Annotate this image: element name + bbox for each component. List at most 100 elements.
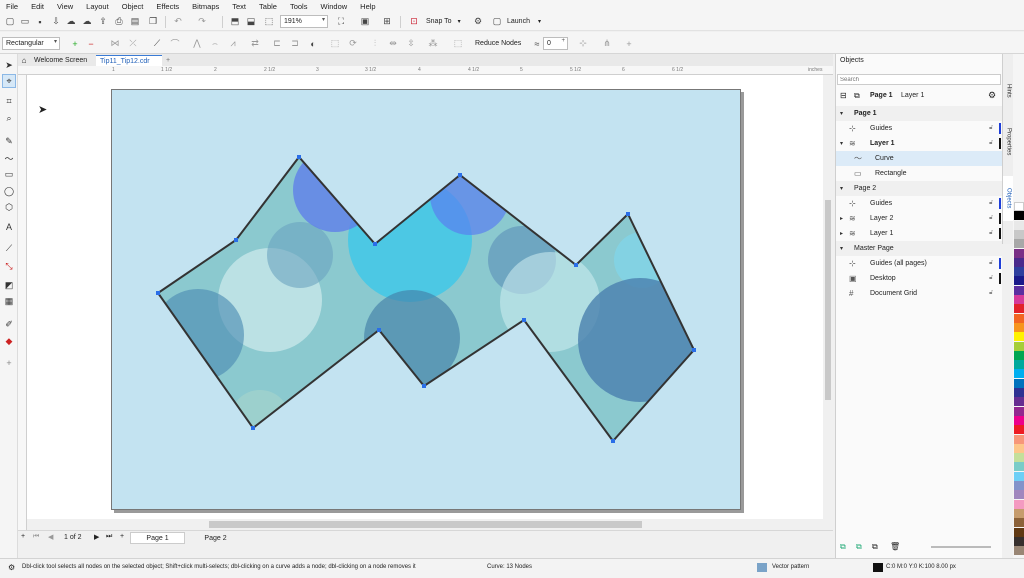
- palette-swatch[interactable]: [1014, 388, 1024, 397]
- palette-swatch[interactable]: [1014, 360, 1024, 370]
- objects-tree-row[interactable]: # Document Grid 🔓︎: [836, 286, 1003, 301]
- palette-swatch[interactable]: [1014, 202, 1024, 211]
- reduce-nodes-button[interactable]: Reduce Nodes: [475, 37, 521, 50]
- objects-tree-row[interactable]: ▾ Page 1: [836, 106, 1003, 121]
- page-tab-1[interactable]: Page 1: [130, 532, 185, 544]
- expand-arrow-icon[interactable]: ▸: [840, 215, 843, 222]
- shape-tool-icon[interactable]: ⌖: [2, 74, 16, 88]
- objects-tree-row[interactable]: ⊹ Guides (all pages) 🔓︎: [836, 256, 1003, 271]
- cloud-icon[interactable]: ☁: [80, 15, 94, 28]
- palette-swatch[interactable]: [1014, 332, 1024, 342]
- palette-swatch[interactable]: [1014, 295, 1024, 304]
- objects-options-gear-icon[interactable]: ⚙: [988, 90, 996, 101]
- palette-swatch[interactable]: [1014, 248, 1024, 258]
- application-launcher-icon[interactable]: ⬚: [262, 15, 276, 28]
- reflect-vertical-icon[interactable]: ⇳: [404, 37, 418, 50]
- import-icon[interactable]: ⇩: [49, 15, 63, 28]
- print-icon[interactable]: ⎙: [112, 15, 126, 28]
- objects-tree-row[interactable]: ▸ ≋ Layer 1 🔓︎: [836, 226, 1003, 241]
- options-gear-icon[interactable]: ⚙: [471, 15, 485, 28]
- palette-swatch[interactable]: [1014, 406, 1024, 416]
- cusp-node-icon[interactable]: ⋀: [190, 37, 204, 50]
- add-tool-icon[interactable]: +: [2, 356, 16, 370]
- launch-dropdown[interactable]: Launch ▾: [507, 15, 541, 28]
- layers-icon[interactable]: ⧉: [854, 91, 860, 101]
- show-rulers-icon[interactable]: ⊞: [380, 15, 394, 28]
- first-page-icon[interactable]: ⏮: [33, 533, 39, 541]
- palette-swatch[interactable]: [1014, 508, 1024, 518]
- drawing-page[interactable]: [111, 89, 741, 510]
- palette-swatch[interactable]: [1014, 490, 1024, 500]
- palette-swatch[interactable]: [1014, 369, 1024, 379]
- palette-swatch[interactable]: [1014, 425, 1024, 435]
- palette-swatch[interactable]: [1014, 462, 1024, 472]
- undo-icon[interactable]: ↶: [171, 15, 185, 28]
- palette-swatch[interactable]: [1014, 267, 1024, 277]
- freehand-tool-icon[interactable]: ✎: [2, 134, 16, 148]
- parallel-dimension-icon[interactable]: ⟋: [2, 241, 16, 255]
- node-grid-icon[interactable]: ⋔: [600, 37, 614, 50]
- vertical-scrollbar[interactable]: [823, 75, 833, 530]
- objects-tree-row[interactable]: ⊹ Guides 🔓︎: [836, 121, 1003, 136]
- expand-arrow-icon[interactable]: ▾: [840, 140, 843, 147]
- palette-swatch[interactable]: [1014, 499, 1024, 509]
- objects-tree-row[interactable]: ▸ ≋ Layer 2 🔓︎: [836, 211, 1003, 226]
- layer-manager-icon[interactable]: ⊟: [840, 91, 847, 100]
- cloud-upload-icon[interactable]: ☁: [64, 15, 78, 28]
- publish-pdf-icon[interactable]: ▤: [128, 15, 142, 28]
- last-page-icon[interactable]: ⏭: [106, 533, 112, 541]
- menu-effects[interactable]: Effects: [156, 2, 179, 11]
- copy-icon[interactable]: ❐: [146, 15, 160, 28]
- new-tab-icon[interactable]: +: [162, 55, 174, 66]
- home-icon[interactable]: ⌂: [18, 55, 30, 66]
- palette-swatch[interactable]: [1014, 397, 1024, 407]
- objects-tree-row[interactable]: ⊹ Guides 🔓︎: [836, 196, 1003, 211]
- reflect-horizontal-icon[interactable]: ⇹: [386, 37, 400, 50]
- lock-icon[interactable]: 🔓︎: [989, 140, 993, 147]
- close-curve-icon[interactable]: ◐: [306, 37, 320, 50]
- objects-tree-row[interactable]: ▾ Page 2: [836, 181, 1003, 196]
- menu-view[interactable]: View: [57, 2, 73, 11]
- palette-swatch[interactable]: [1014, 276, 1024, 286]
- zoom-level-combo[interactable]: 191% ▾: [280, 15, 328, 28]
- break-curve-icon[interactable]: ⤫: [126, 37, 140, 50]
- thumbnail-size-slider[interactable]: [931, 546, 991, 548]
- extract-subpath-icon[interactable]: ⊐: [288, 37, 302, 50]
- palette-swatch[interactable]: [1014, 536, 1024, 546]
- outline-swatch[interactable]: [873, 563, 883, 572]
- add-page-end-icon[interactable]: +: [120, 533, 124, 540]
- fill-swatch[interactable]: [757, 563, 767, 572]
- artistic-media-icon[interactable]: 〜: [2, 151, 16, 165]
- elastic-mode-icon[interactable]: ⁂: [426, 37, 440, 50]
- palette-swatch[interactable]: [1014, 341, 1024, 351]
- lock-icon[interactable]: 🔓︎: [989, 260, 993, 267]
- curve-smoothness-input[interactable]: 0 +: [543, 37, 568, 50]
- add-page-icon[interactable]: +: [21, 533, 25, 540]
- objects-search-input[interactable]: [837, 74, 1001, 85]
- expand-arrow-icon[interactable]: ▸: [840, 230, 843, 237]
- palette-swatch[interactable]: [1014, 313, 1024, 323]
- palette-swatch[interactable]: [1014, 239, 1024, 249]
- menu-window[interactable]: Window: [320, 2, 347, 11]
- menu-edit[interactable]: Edit: [31, 2, 44, 11]
- export-file-icon[interactable]: ⬓: [244, 15, 258, 28]
- menu-file[interactable]: File: [6, 2, 18, 11]
- delete-icon[interactable]: 🗑: [890, 542, 900, 551]
- horizontal-scroll-thumb[interactable]: [209, 521, 642, 528]
- menu-object[interactable]: Object: [122, 2, 144, 11]
- reverse-direction-icon[interactable]: ⇄: [248, 37, 262, 50]
- crop-tool-icon[interactable]: ⌗: [2, 94, 16, 108]
- new-master-layer-icon[interactable]: ⧉: [856, 542, 862, 552]
- launch-icon[interactable]: ▢: [490, 15, 504, 28]
- objects-tree-row[interactable]: ▣ Desktop 🔓︎: [836, 271, 1003, 286]
- palette-swatch[interactable]: [1014, 257, 1024, 267]
- next-page-icon[interactable]: ▶: [94, 533, 99, 541]
- palette-swatch[interactable]: [1014, 546, 1024, 556]
- drop-shadow-icon[interactable]: ◩: [2, 278, 16, 292]
- page-tab-2[interactable]: Page 2: [188, 532, 243, 544]
- palette-swatch[interactable]: [1014, 220, 1024, 230]
- objects-tree-row[interactable]: ▾ ≋ Layer 1 🔓︎: [836, 136, 1003, 151]
- palette-swatch[interactable]: [1014, 434, 1024, 444]
- horizontal-ruler[interactable]: 1 1 1/2 2 2 1/2 3 3 1/2 4 4 1/2 5 5 1/2 …: [18, 66, 833, 75]
- menu-table[interactable]: Table: [259, 2, 277, 11]
